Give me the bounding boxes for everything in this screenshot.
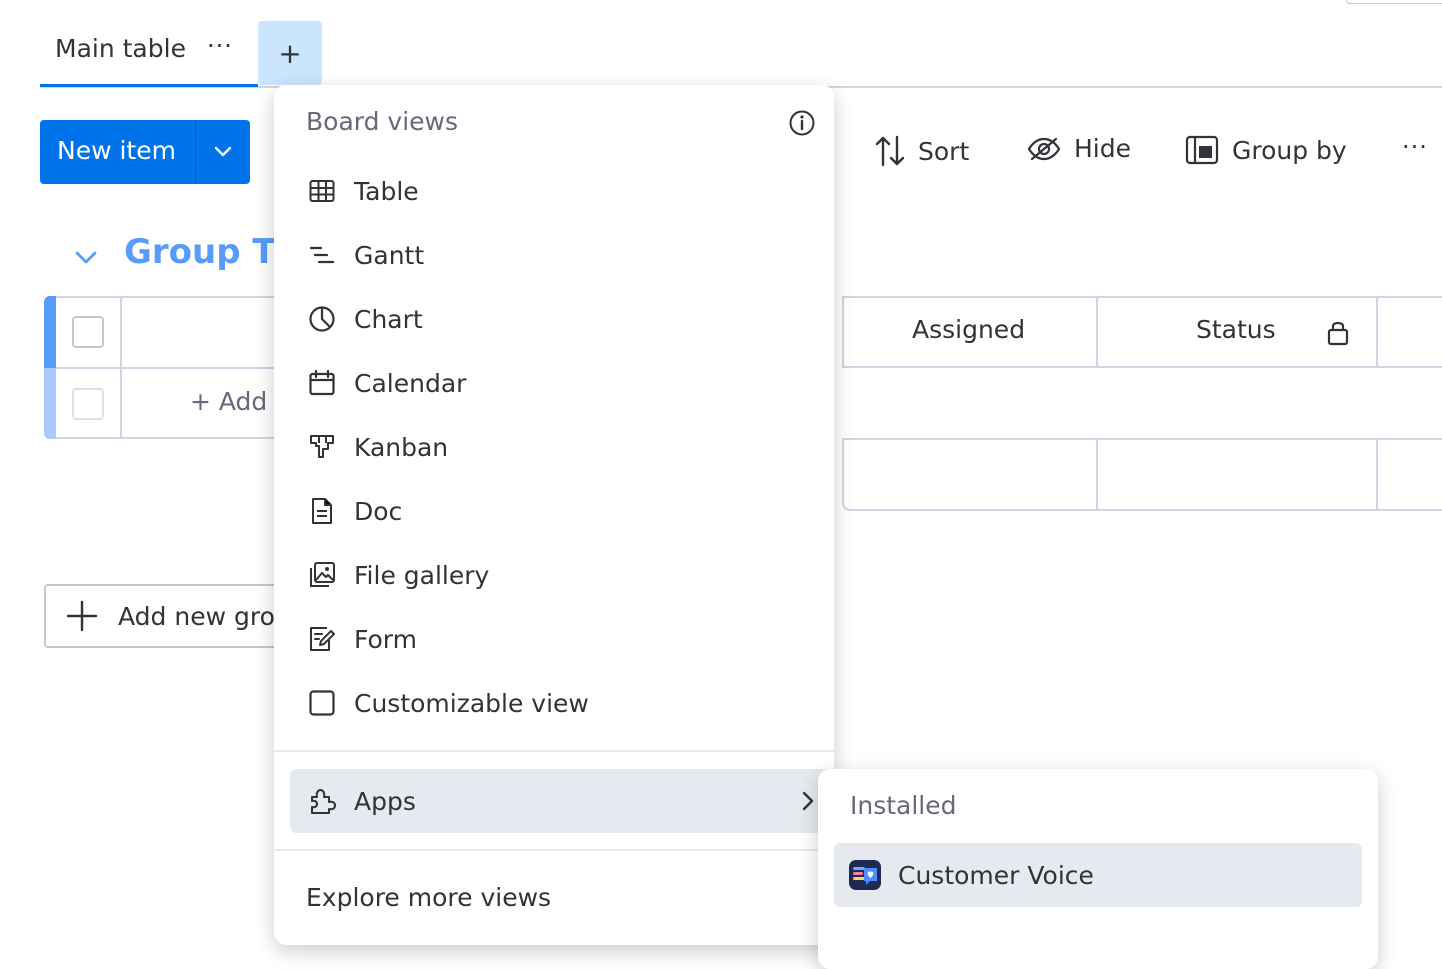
row-checkbox[interactable] [72, 388, 104, 420]
menu-item-label: Doc [354, 496, 403, 526]
menu-item-kanban[interactable]: Kanban [290, 417, 818, 477]
installed-header: Installed [850, 791, 957, 820]
group-collapse-chevron-icon[interactable] [72, 243, 100, 271]
board-views-menu: Board views Table Gantt Chart Calendar K… [274, 85, 834, 945]
column-divider [1376, 440, 1378, 509]
menu-item-file-gallery[interactable]: File gallery [290, 545, 818, 605]
chevron-down-icon[interactable] [212, 140, 234, 162]
menu-item-form[interactable]: Form [290, 609, 818, 669]
plus-icon [66, 600, 98, 632]
menu-item-label: Kanban [354, 432, 449, 462]
group-color-bar [44, 296, 56, 368]
customizable-view-icon [308, 689, 336, 717]
add-item-row[interactable]: + Add [190, 387, 267, 416]
column-header-status[interactable]: Status [1196, 315, 1276, 344]
app-item-customer-voice[interactable]: Customer Voice [834, 843, 1362, 907]
hide-button[interactable]: Hide [1026, 134, 1131, 163]
column-divider [1096, 440, 1098, 509]
add-new-group-button[interactable]: Add new gro [44, 584, 304, 648]
board-views-header: Board views [306, 107, 459, 136]
table-icon [308, 177, 336, 205]
active-tab-indicator [40, 84, 258, 87]
menu-item-doc[interactable]: Doc [290, 481, 818, 541]
puzzle-icon [308, 787, 336, 815]
apps-label: Apps [354, 786, 416, 816]
doc-icon [308, 497, 336, 525]
toolbar-more-icon[interactable]: ··· [1402, 133, 1428, 161]
group-by-icon [1185, 135, 1219, 165]
group-color-bar-light [44, 368, 56, 439]
menu-item-label: Form [354, 624, 417, 654]
app-item-label: Customer Voice [898, 860, 1094, 890]
top-right-control[interactable] [1346, 0, 1442, 4]
menu-item-label: Gantt [354, 240, 425, 270]
add-view-button[interactable]: + [258, 21, 322, 85]
gantt-icon [308, 241, 336, 269]
column-divider [120, 298, 122, 438]
menu-item-label: Customizable view [354, 688, 589, 718]
column-divider [1096, 298, 1098, 368]
tab-main-table[interactable]: Main table [55, 34, 186, 63]
menu-item-customizable-view[interactable]: Customizable view [290, 673, 818, 733]
group-title[interactable]: Group Ti [124, 232, 287, 272]
menu-divider [274, 750, 834, 752]
column-divider [1376, 298, 1378, 368]
column-divider [842, 298, 844, 368]
explore-more-views-link[interactable]: Explore more views [306, 883, 551, 912]
file-gallery-icon [308, 561, 336, 589]
form-icon [308, 625, 336, 653]
chart-icon [308, 305, 336, 333]
menu-item-label: File gallery [354, 560, 490, 590]
column-header-assigned[interactable]: Assigned [912, 315, 1025, 344]
menu-item-calendar[interactable]: Calendar [290, 353, 818, 413]
menu-item-gantt[interactable]: Gantt [290, 225, 818, 285]
sort-button[interactable]: Sort [874, 134, 969, 168]
new-item-divider [195, 120, 196, 184]
customer-voice-app-icon [849, 860, 881, 890]
group-by-button[interactable]: Group by [1184, 134, 1347, 166]
menu-item-chart[interactable]: Chart [290, 289, 818, 349]
sort-label: Sort [918, 136, 970, 166]
menu-item-label: Table [354, 176, 419, 206]
menu-item-label: Chart [354, 304, 423, 334]
tab-more-dots-icon[interactable]: ··· [207, 32, 233, 60]
hide-label: Hide [1074, 134, 1131, 163]
select-all-checkbox[interactable] [72, 316, 104, 348]
kanban-icon [308, 433, 336, 461]
calendar-icon [308, 369, 336, 397]
installed-apps-submenu: Installed Customer Voice [818, 769, 1378, 969]
new-item-button[interactable]: New item [40, 120, 250, 184]
menu-item-table[interactable]: Table [290, 161, 818, 221]
menu-item-label: Calendar [354, 368, 467, 398]
menu-item-apps[interactable]: Apps [290, 769, 834, 833]
chevron-right-icon [802, 791, 814, 811]
add-new-group-label: Add new gro [118, 602, 275, 631]
table-row [842, 438, 1442, 511]
info-icon[interactable] [788, 109, 816, 137]
sort-icon [875, 135, 905, 167]
eye-off-icon [1027, 137, 1061, 160]
group-by-label: Group by [1232, 135, 1347, 165]
row-divider [56, 367, 284, 369]
lock-icon [1327, 321, 1349, 346]
menu-divider [274, 849, 834, 851]
new-item-label: New item [57, 136, 176, 165]
